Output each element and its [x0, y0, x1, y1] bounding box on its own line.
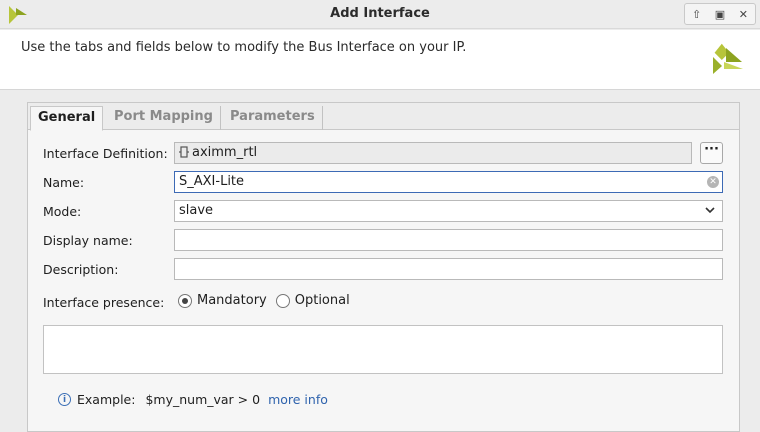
display-name-label: Display name:: [43, 233, 133, 248]
presence-radio-group: Mandatory Optional: [178, 293, 350, 308]
description-label: Description:: [43, 262, 119, 277]
example-label: Example:: [77, 392, 136, 407]
mode-value: slave: [179, 203, 214, 218]
tab-parameters-label: Parameters: [230, 109, 315, 124]
presence-expression-input[interactable]: [43, 325, 723, 374]
header-description: Use the tabs and fields below to modify …: [21, 40, 467, 55]
interface-definition-value: aximm_rtl: [192, 145, 258, 160]
optional-radio[interactable]: [275, 293, 290, 308]
bus-port-icon: [179, 146, 189, 158]
general-panel: General Port Mapping Parameters Interfac…: [27, 102, 740, 432]
display-name-input[interactable]: [174, 229, 723, 251]
dialog-header: Use the tabs and fields below to modify …: [0, 30, 760, 90]
interface-presence-label: Interface presence:: [43, 295, 165, 310]
close-icon[interactable]: ✕: [736, 7, 750, 21]
title-bar: Add Interface ⇧ ▣ ✕: [0, 0, 760, 29]
vivado-header-logo-icon: [713, 43, 743, 74]
tab-port-mapping-label: Port Mapping: [114, 109, 213, 124]
maximize-icon[interactable]: ▣: [713, 7, 727, 21]
clear-icon[interactable]: ✕: [707, 176, 719, 188]
window-title: Add Interface: [330, 6, 430, 21]
restore-icon[interactable]: ⇧: [690, 7, 704, 21]
example-hint: i Example: $my_num_var > 0 more info: [58, 392, 328, 407]
mode-label: Mode:: [43, 204, 82, 219]
name-label: Name:: [43, 175, 85, 190]
name-value: S_AXI-Lite: [179, 174, 245, 189]
mandatory-label[interactable]: Mandatory: [197, 293, 267, 308]
description-input[interactable]: [174, 258, 723, 280]
mandatory-radio[interactable]: [178, 293, 192, 308]
info-icon: i: [58, 393, 71, 406]
radio-selected-dot: [182, 297, 188, 304]
mode-select[interactable]: slave: [174, 200, 723, 222]
tab-parameters[interactable]: Parameters: [223, 106, 323, 130]
example-expression: $my_num_var > 0: [145, 392, 261, 407]
tab-port-mapping[interactable]: Port Mapping: [107, 106, 221, 130]
browse-interface-button[interactable]: ···: [700, 142, 723, 164]
interface-definition-field: aximm_rtl: [174, 142, 692, 164]
chevron-down-icon: [705, 207, 715, 214]
tab-bar: General Port Mapping Parameters: [28, 103, 739, 131]
interface-definition-label: Interface Definition:: [43, 146, 168, 161]
name-input[interactable]: S_AXI-Lite ✕: [174, 171, 723, 193]
tab-general-label: General: [38, 110, 96, 125]
more-info-link[interactable]: more info: [268, 392, 328, 407]
optional-label[interactable]: Optional: [295, 293, 350, 308]
tab-general[interactable]: General: [30, 106, 104, 131]
window-controls: ⇧ ▣ ✕: [684, 3, 756, 25]
